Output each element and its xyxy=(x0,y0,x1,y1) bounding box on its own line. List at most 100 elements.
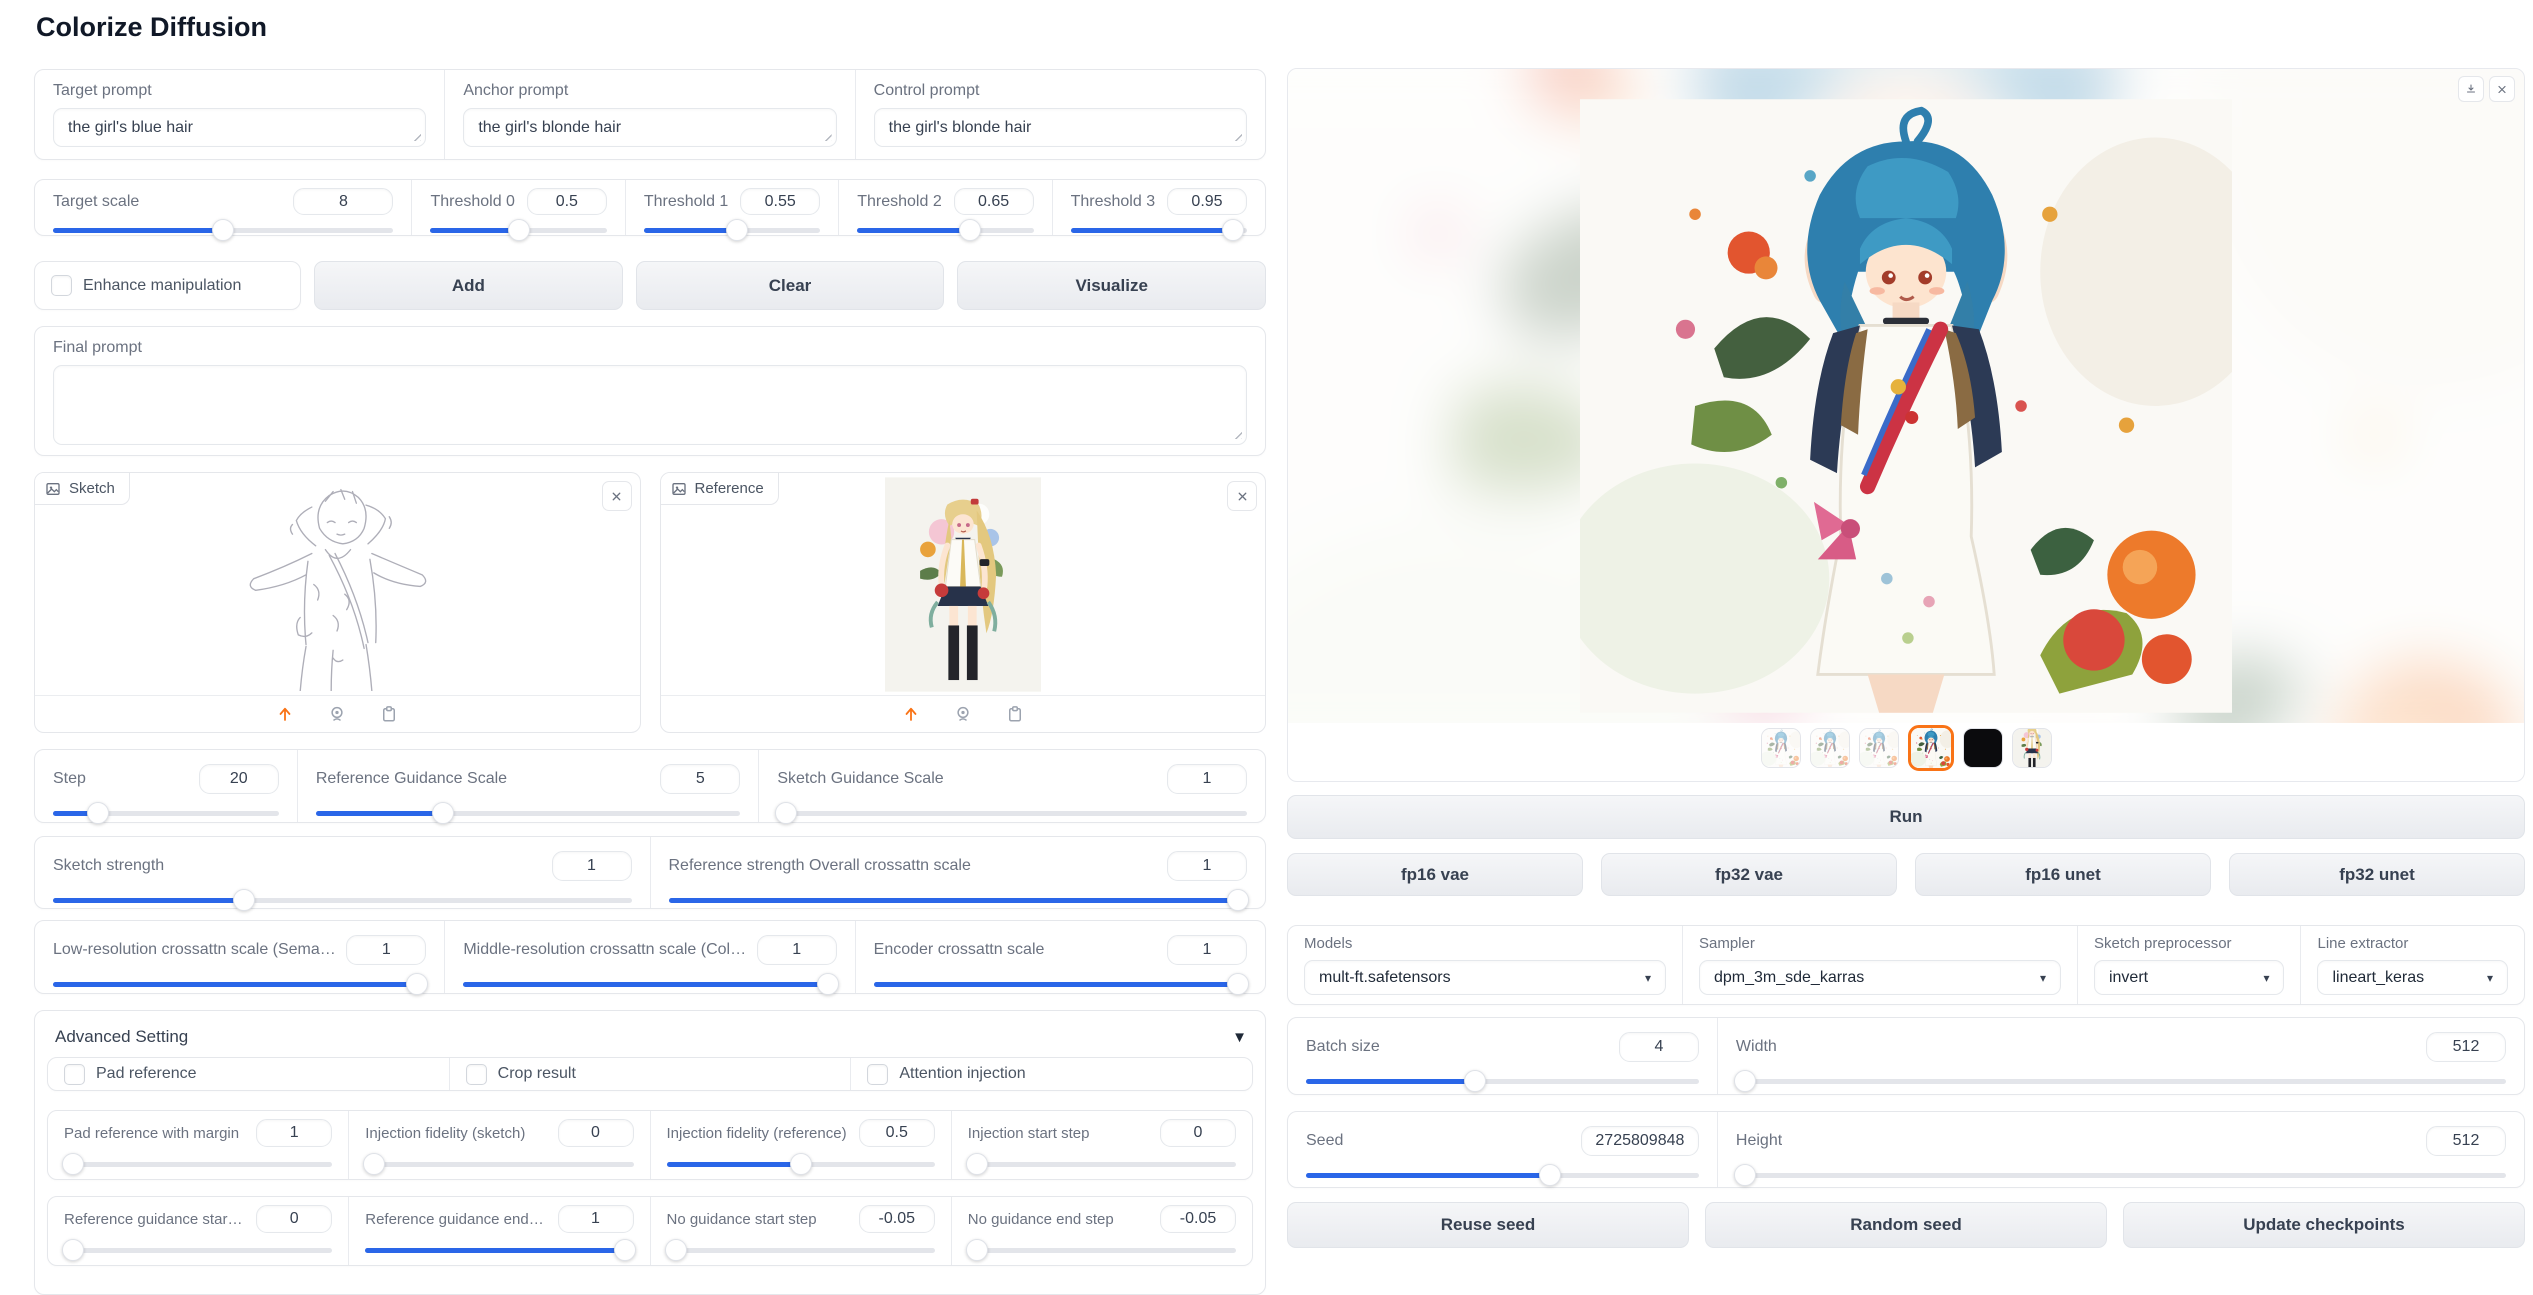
slider-handle[interactable] xyxy=(1734,1070,1756,1092)
low-res-crossattn-input[interactable] xyxy=(346,935,426,965)
close-gallery-button[interactable] xyxy=(2489,76,2515,102)
reference-guidance-start-step-slider[interactable] xyxy=(64,1239,332,1256)
fp16-unet-button[interactable]: fp16 unet xyxy=(1915,853,2211,896)
sketch-image[interactable] xyxy=(35,473,640,696)
low-res-crossattn-slider[interactable] xyxy=(53,973,426,981)
reference-strength-slider[interactable] xyxy=(669,889,1248,896)
sketch-strength-slider[interactable] xyxy=(53,889,632,896)
slider-handle[interactable] xyxy=(1222,219,1244,241)
gallery-thumbnail-4-selected[interactable] xyxy=(1908,725,1954,771)
gallery-thumbnail-6[interactable] xyxy=(2012,728,2052,768)
attention-injection-toggle[interactable]: Attention injection xyxy=(850,1058,1252,1090)
mid-res-crossattn-slider[interactable] xyxy=(463,973,836,981)
clipboard-icon[interactable] xyxy=(380,705,398,723)
seed-input[interactable] xyxy=(1581,1126,1699,1156)
slider-handle[interactable] xyxy=(233,889,255,911)
crop-result-checkbox[interactable] xyxy=(466,1064,487,1085)
slider-handle[interactable] xyxy=(966,1153,988,1175)
triangle-down-icon[interactable]: ▼ xyxy=(1232,1029,1247,1046)
slider-handle[interactable] xyxy=(432,802,454,824)
threshold-1-slider[interactable] xyxy=(644,219,820,226)
control-prompt-input[interactable]: the girl's blonde hair xyxy=(874,108,1247,147)
pad-reference-margin-input[interactable] xyxy=(256,1119,332,1147)
slider-handle[interactable] xyxy=(817,973,839,995)
slider-handle[interactable] xyxy=(614,1239,636,1261)
encoder-crossattn-slider[interactable] xyxy=(874,973,1247,981)
sketch-guidance-scale-slider[interactable] xyxy=(777,802,1247,810)
no-guidance-end-step-slider[interactable] xyxy=(968,1239,1236,1256)
mid-res-crossattn-input[interactable] xyxy=(757,935,837,965)
slider-handle[interactable] xyxy=(1734,1164,1756,1186)
seed-slider[interactable] xyxy=(1306,1164,1699,1175)
gallery-thumbnail-1[interactable] xyxy=(1761,728,1801,768)
sketch-preprocessor-dropdown[interactable]: invert ▾ xyxy=(2094,960,2285,995)
gallery-thumbnail-2[interactable] xyxy=(1810,728,1850,768)
enhance-manipulation-toggle[interactable]: Enhance manipulation xyxy=(34,261,301,310)
injection-fidelity-sketch-input[interactable] xyxy=(558,1119,634,1147)
batch-size-slider[interactable] xyxy=(1306,1070,1699,1082)
slider-handle[interactable] xyxy=(790,1153,812,1175)
threshold-2-input[interactable] xyxy=(954,188,1034,215)
result-image[interactable] xyxy=(1580,99,2232,713)
injection-start-step-slider[interactable] xyxy=(968,1153,1236,1170)
webcam-icon[interactable] xyxy=(954,705,972,723)
sketch-guidance-scale-input[interactable] xyxy=(1167,764,1247,794)
reference-strength-input[interactable] xyxy=(1167,851,1247,881)
upload-arrow-icon[interactable] xyxy=(276,705,294,723)
reference-guidance-scale-input[interactable] xyxy=(660,764,740,794)
slider-handle[interactable] xyxy=(726,219,748,241)
crop-result-toggle[interactable]: Crop result xyxy=(449,1058,851,1090)
slider-handle[interactable] xyxy=(212,219,234,241)
reference-clear-button[interactable] xyxy=(1227,481,1257,511)
advanced-settings-header[interactable]: Advanced Setting ▼ xyxy=(47,1021,1253,1051)
slider-handle[interactable] xyxy=(966,1239,988,1261)
height-input[interactable] xyxy=(2426,1126,2506,1156)
width-slider[interactable] xyxy=(1736,1070,2506,1082)
enhance-manipulation-checkbox[interactable] xyxy=(51,275,72,296)
slider-handle[interactable] xyxy=(62,1153,84,1175)
slider-handle[interactable] xyxy=(1539,1164,1561,1186)
anchor-prompt-input[interactable]: the girl's blonde hair xyxy=(463,108,836,147)
slider-handle[interactable] xyxy=(406,973,428,995)
encoder-crossattn-input[interactable] xyxy=(1167,935,1247,965)
reuse-seed-button[interactable]: Reuse seed xyxy=(1287,1202,1689,1248)
threshold-2-slider[interactable] xyxy=(857,219,1033,226)
sketch-clear-button[interactable] xyxy=(602,481,632,511)
step-slider[interactable] xyxy=(53,802,279,810)
height-slider[interactable] xyxy=(1736,1164,2506,1175)
slider-handle[interactable] xyxy=(1227,889,1249,911)
step-input[interactable] xyxy=(199,764,279,794)
sketch-strength-input[interactable] xyxy=(552,851,632,881)
slider-handle[interactable] xyxy=(959,219,981,241)
reference-guidance-end-step-slider[interactable] xyxy=(365,1239,633,1256)
pad-reference-margin-slider[interactable] xyxy=(64,1153,332,1170)
gallery-thumbnail-5[interactable] xyxy=(1963,728,2003,768)
line-extractor-dropdown[interactable]: lineart_keras ▾ xyxy=(2317,960,2508,995)
slider-handle[interactable] xyxy=(665,1239,687,1261)
injection-start-step-input[interactable] xyxy=(1160,1119,1236,1147)
pad-reference-toggle[interactable]: Pad reference xyxy=(48,1058,449,1090)
slider-handle[interactable] xyxy=(508,219,530,241)
gallery-thumbnail-3[interactable] xyxy=(1859,728,1899,768)
run-button[interactable]: Run xyxy=(1287,795,2525,839)
slider-handle[interactable] xyxy=(1227,973,1249,995)
models-dropdown[interactable]: mult-ft.safetensors ▾ xyxy=(1304,960,1666,995)
no-guidance-start-step-input[interactable] xyxy=(859,1205,935,1233)
width-input[interactable] xyxy=(2426,1032,2506,1062)
clear-button[interactable]: Clear xyxy=(636,261,945,310)
update-checkpoints-button[interactable]: Update checkpoints xyxy=(2123,1202,2525,1248)
fp32-vae-button[interactable]: fp32 vae xyxy=(1601,853,1897,896)
batch-size-input[interactable] xyxy=(1619,1032,1699,1062)
reference-guidance-end-step-input[interactable] xyxy=(558,1205,634,1233)
reference-guidance-scale-slider[interactable] xyxy=(316,802,741,810)
slider-handle[interactable] xyxy=(62,1239,84,1261)
target-prompt-input[interactable]: the girl's blue hair xyxy=(53,108,426,147)
add-button[interactable]: Add xyxy=(314,261,623,310)
no-guidance-end-step-input[interactable] xyxy=(1160,1205,1236,1233)
threshold-1-input[interactable] xyxy=(740,188,820,215)
fp32-unet-button[interactable]: fp32 unet xyxy=(2229,853,2525,896)
injection-fidelity-sketch-slider[interactable] xyxy=(365,1153,633,1170)
upload-arrow-icon[interactable] xyxy=(902,705,920,723)
attention-injection-checkbox[interactable] xyxy=(867,1064,888,1085)
pad-reference-checkbox[interactable] xyxy=(64,1064,85,1085)
